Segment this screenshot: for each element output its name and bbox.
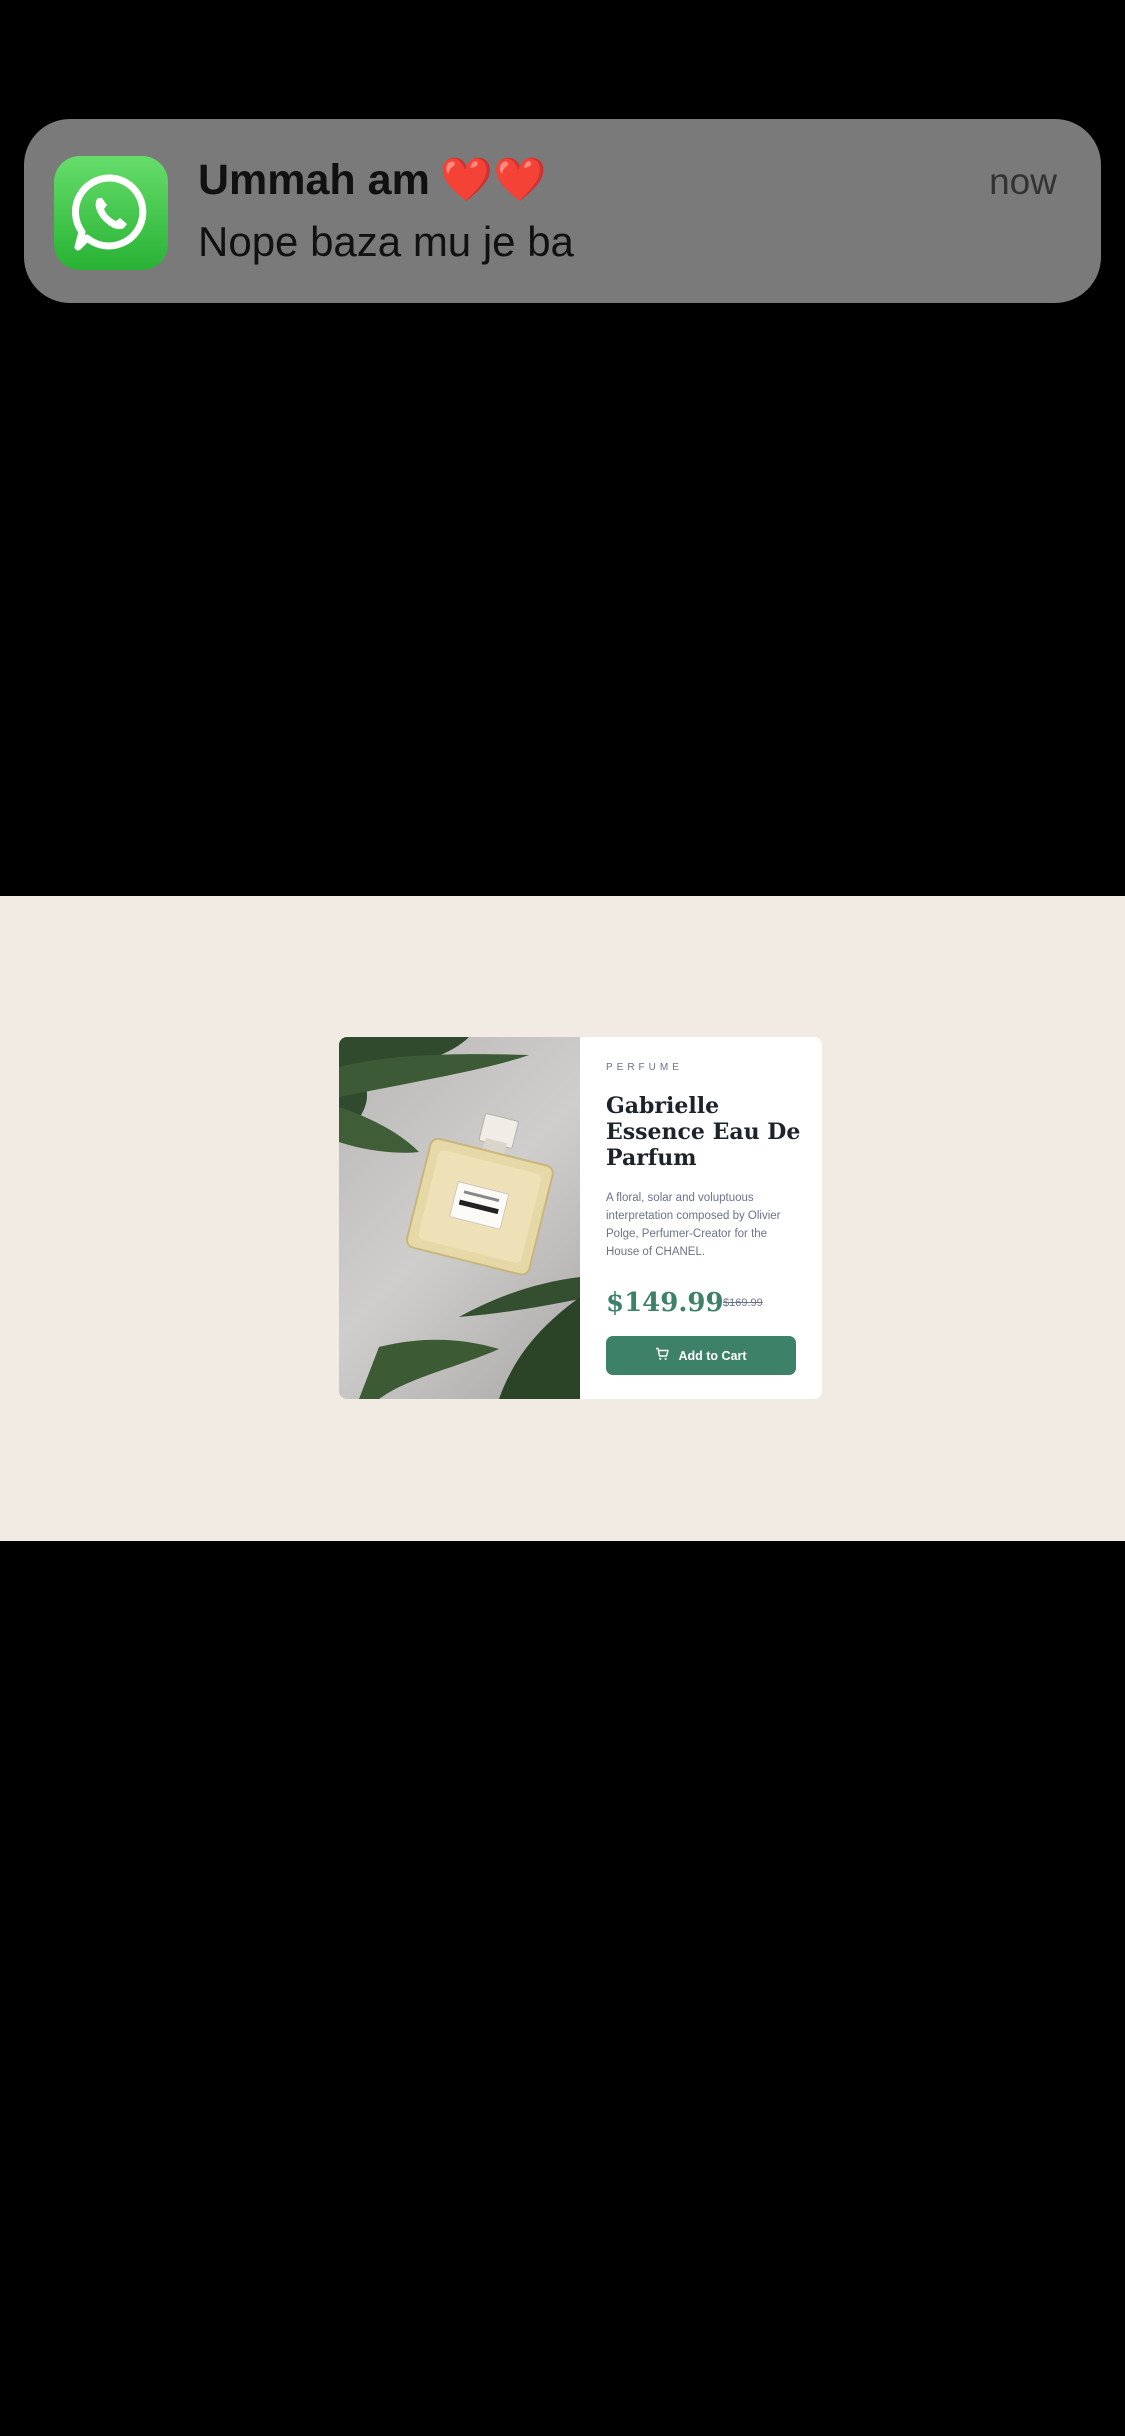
notification-message: Nope baza mu je ba: [198, 218, 574, 265]
notification-time: now: [989, 161, 1057, 202]
notification-banner[interactable]: Ummah am ❤️❤️ Nope baza mu je ba now: [24, 119, 1101, 303]
product-info: PERFUME Gabrielle Essence Eau De Parfum …: [580, 1037, 822, 1399]
sender-emoji: ❤️❤️: [439, 156, 547, 204]
notification-title: Ummah am ❤️❤️: [198, 155, 547, 205]
product-card: PERFUME Gabrielle Essence Eau De Parfum …: [339, 1037, 822, 1399]
product-old-price: $169.99: [723, 1297, 763, 1309]
cart-icon: [655, 1347, 670, 1364]
add-to-cart-button[interactable]: Add to Cart: [606, 1336, 796, 1375]
product-page: PERFUME Gabrielle Essence Eau De Parfum …: [0, 896, 1125, 1541]
product-image: [339, 1037, 580, 1399]
add-to-cart-label: Add to Cart: [678, 1348, 747, 1363]
product-description: A floral, solar and voluptuous interpret…: [606, 1192, 781, 1258]
product-price: $149.99: [606, 1288, 724, 1318]
product-title: Gabrielle Essence Eau De Parfum: [606, 1093, 801, 1171]
sender-name: Ummah am: [198, 156, 430, 204]
product-category: PERFUME: [606, 1062, 683, 1073]
whatsapp-icon: [54, 156, 168, 270]
